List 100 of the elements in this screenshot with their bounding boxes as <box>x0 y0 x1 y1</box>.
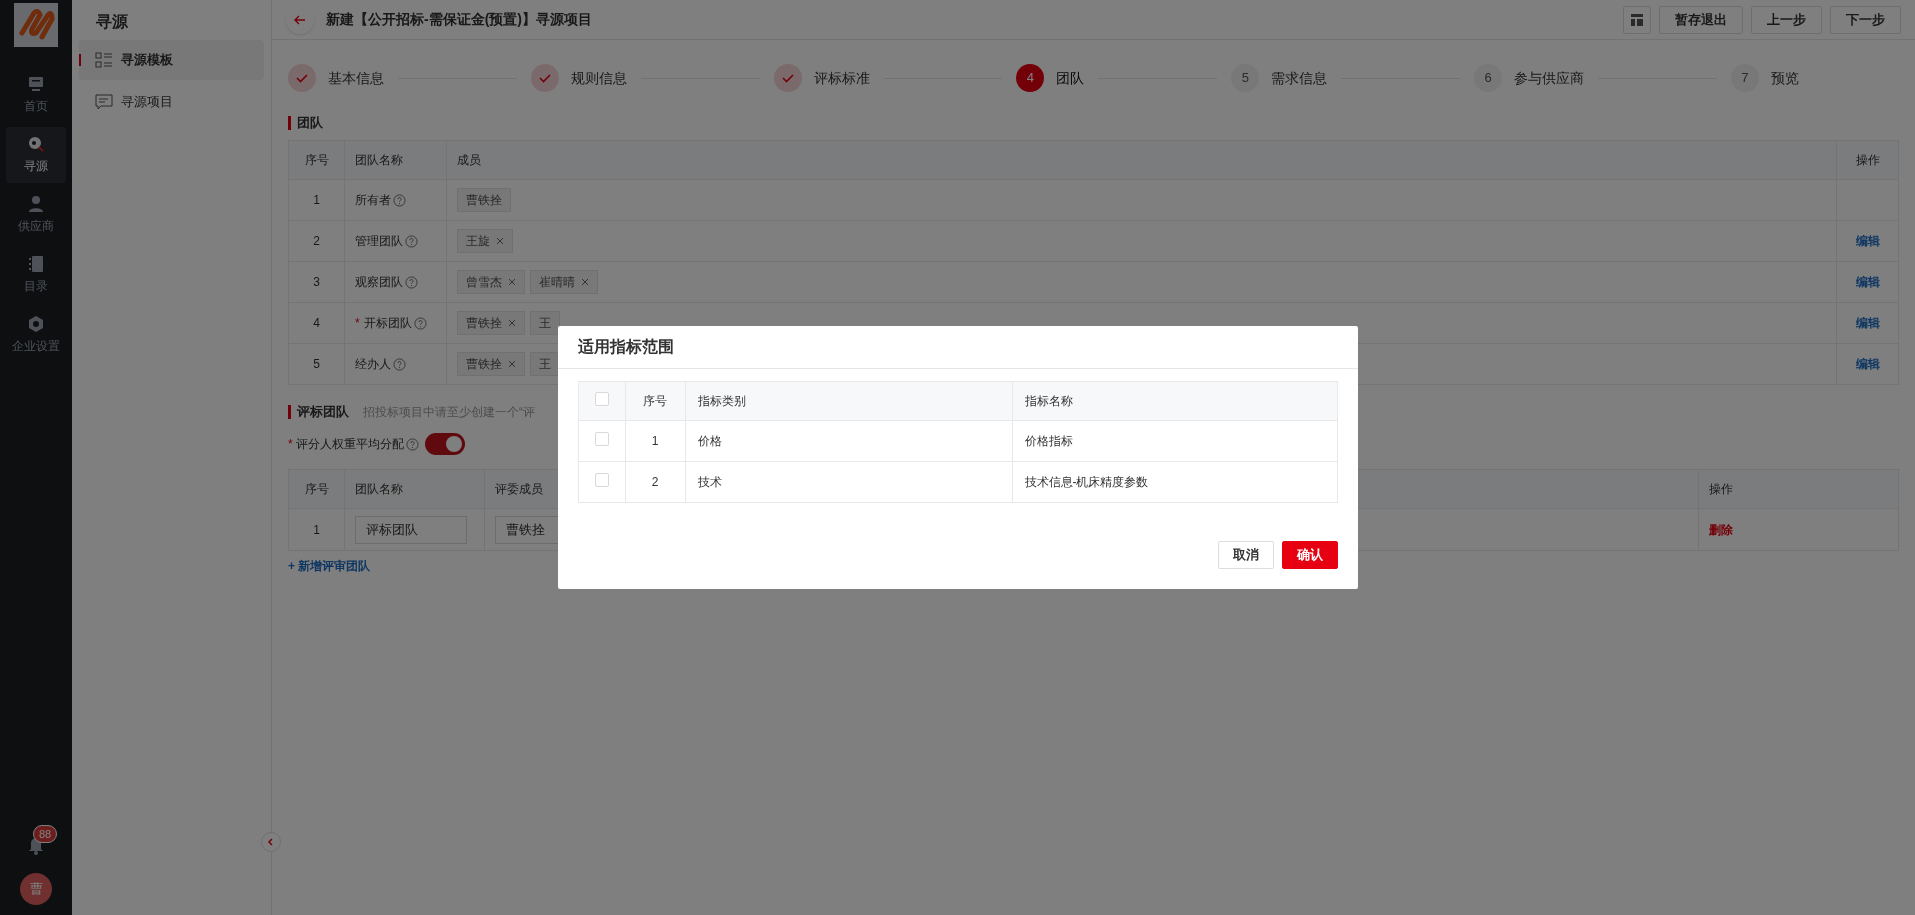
member-tag: 王 <box>530 311 560 335</box>
close-icon[interactable] <box>496 237 504 245</box>
nav-item[interactable]: 寻源 <box>6 127 66 183</box>
help-icon[interactable] <box>393 193 406 207</box>
sidebar-item[interactable]: 寻源模板 <box>79 40 264 80</box>
required-mark: * <box>288 436 293 453</box>
close-icon[interactable] <box>508 319 516 327</box>
member-tag: 崔晴晴 <box>530 270 598 294</box>
help-icon[interactable] <box>405 437 419 451</box>
table-cell: 技术信息-机床精度参数 <box>1012 461 1337 503</box>
table-cell: 1 <box>288 508 345 551</box>
column-header: 操作 <box>1698 469 1899 509</box>
sidebar-title: 寻源 <box>95 12 129 32</box>
section-title: 团队 <box>288 116 1899 130</box>
settings-icon <box>27 315 45 333</box>
required-mark: * <box>355 315 360 332</box>
column-header: 序号 <box>288 469 345 509</box>
close-icon[interactable] <box>581 278 589 286</box>
step-number: 6 <box>1474 64 1503 92</box>
team-name: 管理团队 <box>355 233 403 250</box>
column-header: 成员 <box>446 140 1837 180</box>
help-icon[interactable] <box>393 357 406 371</box>
table-cell: 价格 <box>685 420 1012 462</box>
step: 评标标准 <box>773 64 870 92</box>
layout-button[interactable] <box>1623 5 1651 34</box>
comment-icon <box>95 93 113 111</box>
step-number: 7 <box>1730 64 1759 92</box>
close-icon[interactable] <box>508 278 516 286</box>
collapse-button[interactable] <box>261 832 281 852</box>
notebook-icon <box>27 255 45 273</box>
person-icon <box>27 195 45 213</box>
step: 4 团队 <box>1016 64 1085 92</box>
column-header: 序号 <box>288 140 345 180</box>
table-cell: 4 <box>288 302 345 344</box>
nav-item[interactable]: 首页 <box>6 67 66 123</box>
switch-label: 评分人权重平均分配 <box>295 436 404 453</box>
notification-count: 88 <box>33 825 58 843</box>
help-icon[interactable] <box>405 275 418 289</box>
edit-link[interactable]: 编辑 <box>1855 275 1880 289</box>
toolbar-button[interactable]: 暂存退出 <box>1659 5 1743 34</box>
table-cell: 技术 <box>685 461 1012 503</box>
avatar[interactable]: 曹 <box>20 873 52 905</box>
checkbox[interactable] <box>594 391 609 406</box>
member-tag: 王 <box>530 352 560 376</box>
column-header: 团队名称 <box>344 140 447 180</box>
step: 7 预览 <box>1730 64 1799 92</box>
table-cell: 2 <box>625 461 685 503</box>
step: 规则信息 <box>530 64 627 92</box>
member-tag: 曾雪杰 <box>457 270 525 294</box>
member-tag: 王旋 <box>457 229 513 253</box>
table-cell: 1 <box>288 179 345 221</box>
chevron-left-icon <box>266 837 276 847</box>
column-header: 团队名称 <box>344 469 485 509</box>
dialog-title: 适用指标范围 <box>557 326 1358 369</box>
help-icon[interactable] <box>405 234 418 248</box>
step: 基本信息 <box>288 64 384 92</box>
column-header: 指标名称 <box>1012 381 1337 421</box>
step-number: 4 <box>1016 64 1045 92</box>
checkbox[interactable] <box>594 472 609 487</box>
monitor-icon <box>27 75 45 93</box>
list-icon <box>95 51 113 69</box>
nav-item[interactable]: 目录 <box>6 247 66 303</box>
table-cell: 1 <box>625 420 685 462</box>
checkbox[interactable] <box>594 431 609 446</box>
step: 5 需求信息 <box>1231 64 1328 92</box>
close-icon[interactable] <box>508 360 516 368</box>
edit-link[interactable]: 编辑 <box>1855 357 1880 371</box>
member-tag: 曹铁拴 <box>457 352 525 376</box>
page-title: 新建【公开招标-需保证金(预置)】寻源项目 <box>326 10 592 29</box>
toggle-switch[interactable] <box>424 433 465 455</box>
member-tag: 曹铁拴 <box>457 188 511 212</box>
add-team-link[interactable]: + 新增评审团队 <box>288 557 371 575</box>
toolbar-button[interactable]: 上一步 <box>1751 5 1822 34</box>
column-header: 指标类别 <box>685 381 1012 421</box>
section-title: 评标团队 <box>288 405 349 419</box>
step-number: 5 <box>1231 64 1260 92</box>
toolbar-button[interactable]: 下一步 <box>1830 5 1901 34</box>
search-icon <box>27 135 45 153</box>
confirm-button[interactable]: 确认 <box>1281 541 1338 569</box>
step: 6 参与供应商 <box>1474 64 1585 92</box>
team-name: 开标团队 <box>363 315 412 332</box>
table-cell: 价格指标 <box>1012 420 1337 462</box>
nav-item[interactable]: 供应商 <box>6 187 66 243</box>
team-name: 经办人 <box>355 356 391 373</box>
table-cell: 2 <box>288 220 345 262</box>
team-name: 观察团队 <box>355 274 403 291</box>
member-tag: 曹铁拴 <box>457 311 525 335</box>
sidebar-item[interactable]: 寻源项目 <box>79 82 264 122</box>
help-icon[interactable] <box>413 316 427 330</box>
table-cell: 5 <box>288 343 345 385</box>
delete-link[interactable]: 删除 <box>1709 522 1733 537</box>
team-name-field[interactable]: 评标团队 <box>355 515 467 544</box>
column-header: 操作 <box>1836 140 1899 180</box>
cancel-button[interactable]: 取消 <box>1217 541 1274 569</box>
team-name: 所有者 <box>355 192 391 209</box>
nav-item[interactable]: 企业设置 <box>6 307 66 363</box>
layout-icon <box>1630 12 1644 27</box>
logo <box>14 3 58 47</box>
edit-link[interactable]: 编辑 <box>1855 234 1880 248</box>
edit-link[interactable]: 编辑 <box>1855 316 1880 330</box>
